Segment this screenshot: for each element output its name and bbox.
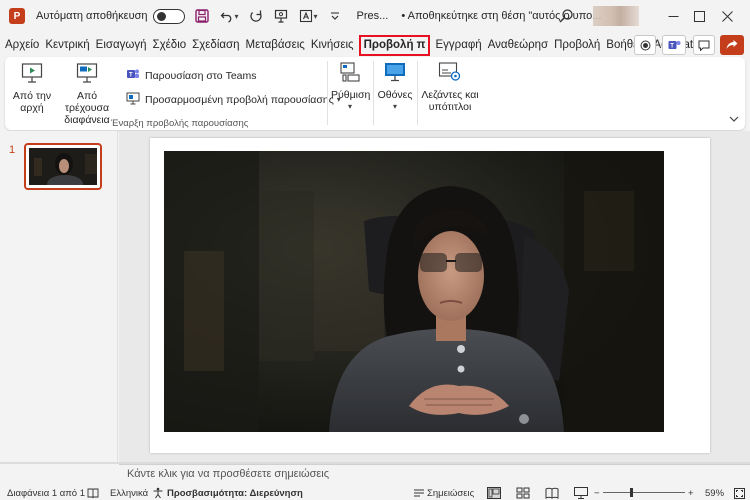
group-label-start-slideshow: Έναρξη προβολής παρουσίασης xyxy=(111,118,249,129)
notes-placeholder: Κάντε κλικ για να προσθέσετε σημειώσεις xyxy=(127,468,330,480)
setup-label: Ρύθμιση xyxy=(331,89,371,101)
zoom-in-icon[interactable]: + xyxy=(688,486,694,500)
slide-canvas[interactable] xyxy=(150,138,710,453)
notes-toggle-button[interactable]: Σημειώσεις xyxy=(427,486,474,500)
accessibility-icon[interactable] xyxy=(152,486,164,500)
chevron-down-icon: ▾ xyxy=(347,102,352,111)
tab-review[interactable]: Αναθεώρησ xyxy=(485,33,551,57)
tab-insert[interactable]: Εισαγωγή xyxy=(93,33,150,57)
zoom-out-icon[interactable]: − xyxy=(594,486,600,500)
slideshow-current-icon xyxy=(55,62,119,87)
ribbon-panel: Από την αρχή Από τρέχουσα διαφάνεια T Πα… xyxy=(5,57,745,130)
customize-toolbar-icon[interactable] xyxy=(327,8,343,24)
teams-icon: T xyxy=(126,67,140,84)
setup-icon xyxy=(331,61,369,86)
comments-icon[interactable] xyxy=(693,35,715,55)
monitors-label: Οθόνες xyxy=(377,89,413,101)
spelling-check-icon[interactable] xyxy=(87,486,99,500)
tab-draw[interactable]: Σχέδιο xyxy=(150,33,190,57)
svg-text:T: T xyxy=(129,73,133,79)
slide-photo[interactable] xyxy=(164,151,664,432)
from-beginning-button[interactable]: Από την αρχή xyxy=(10,62,54,114)
slideshow-start-icon xyxy=(10,62,54,87)
tab-record[interactable]: Εγγραφή xyxy=(432,33,484,57)
present-in-teams-label: Παρουσίαση στο Teams xyxy=(145,69,257,82)
ribbon-separator xyxy=(327,61,328,125)
from-current-slide-button[interactable]: Από τρέχουσα διαφάνεια xyxy=(55,62,119,126)
custom-slide-show-button[interactable]: Προσαρμοσμένη προβολή παρουσίασης ▾ xyxy=(126,91,341,108)
undo-dropdown-chevron-icon[interactable]: ▾ xyxy=(235,12,239,21)
fit-slide-icon[interactable] xyxy=(734,486,745,500)
slide-thumbnail[interactable] xyxy=(24,143,102,190)
zoom-slider-thumb[interactable] xyxy=(630,488,633,497)
setup-button[interactable]: Ρύθμιση ▾ xyxy=(331,61,371,113)
captions-label-2: υπότιτλοι xyxy=(428,101,472,113)
tab-animations[interactable]: Κινήσεις xyxy=(308,33,357,57)
zoom-level[interactable]: 59% xyxy=(705,486,724,500)
from-beginning-label-2: αρχή xyxy=(20,102,44,114)
slide-show-view-icon[interactable] xyxy=(574,487,588,499)
tab-design[interactable]: Σχεδίαση xyxy=(189,33,242,57)
autosave-toggle[interactable] xyxy=(152,8,185,24)
present-icon[interactable] xyxy=(273,8,289,24)
zoom-slider-track[interactable] xyxy=(603,492,685,493)
slide-number: 1 xyxy=(9,144,16,156)
tab-home[interactable]: Κεντρική xyxy=(42,33,92,57)
captions-label-1: Λεζάντες και xyxy=(421,89,479,101)
ribbon-separator xyxy=(373,61,374,125)
monitors-button[interactable]: Οθόνες ▾ xyxy=(375,61,415,113)
tab-transitions[interactable]: Μεταβάσεις xyxy=(243,33,308,57)
autosave-label: Αυτόματη αποθήκευση xyxy=(36,10,148,22)
search-icon[interactable] xyxy=(558,8,574,24)
tab-file[interactable]: Αρχείο xyxy=(0,33,42,57)
reading-view-icon[interactable] xyxy=(545,487,559,499)
notes-pane[interactable]: Κάντε κλικ για να προσθέσετε σημειώσεις xyxy=(119,464,750,486)
record-button[interactable] xyxy=(634,35,656,55)
present-in-teams-button[interactable]: T Παρουσίαση στο Teams xyxy=(126,67,257,84)
save-icon[interactable] xyxy=(194,8,210,24)
slide-sorter-view-icon[interactable] xyxy=(516,487,530,499)
custom-show-icon xyxy=(126,91,140,108)
accessibility-status[interactable]: Προσβασιμότητα: Διερεύνηση xyxy=(167,486,303,500)
normal-view-icon[interactable] xyxy=(487,487,501,499)
slide-count-status[interactable]: Διαφάνεια 1 από 1 xyxy=(7,486,85,500)
slide-thumbnail-image xyxy=(29,148,97,185)
redo-icon[interactable] xyxy=(248,8,264,24)
tab-view[interactable]: Προβολή xyxy=(551,33,603,57)
custom-slide-show-label: Προσαρμοσμένη προβολή παρουσίασης xyxy=(145,93,334,106)
tab-slide-show[interactable]: Προβολή π xyxy=(358,34,431,56)
close-icon[interactable] xyxy=(704,0,750,32)
toggle-knob xyxy=(156,11,166,21)
notes-toggle-icon[interactable] xyxy=(413,486,425,500)
teams-present-button[interactable]: T xyxy=(662,35,686,55)
slide-editor xyxy=(119,131,750,464)
status-bar: Διαφάνεια 1 από 1 Ελληνικά Προσβασιμότητ… xyxy=(0,486,750,500)
powerpoint-logo-icon: P xyxy=(9,8,25,24)
captions-icon xyxy=(420,61,480,86)
ribbon-separator xyxy=(417,61,418,125)
from-current-label-1: Από τρέχουσα xyxy=(64,90,110,114)
ribbon-expand-chevron-icon[interactable] xyxy=(729,115,739,126)
textbox-icon[interactable] xyxy=(298,8,314,24)
captions-subtitles-button[interactable]: Λεζάντες και υπότιτλοι xyxy=(420,61,480,113)
share-button[interactable] xyxy=(720,35,744,55)
svg-text:T: T xyxy=(670,44,674,50)
language-status[interactable]: Ελληνικά xyxy=(110,486,148,500)
slide-thumbnails-panel: 1 xyxy=(0,131,118,464)
undo-icon[interactable] xyxy=(219,8,235,24)
document-title[interactable]: Pres... xyxy=(357,10,389,22)
monitor-icon xyxy=(375,61,415,86)
chevron-down-icon: ▾ xyxy=(392,102,397,111)
from-beginning-label-1: Από την xyxy=(12,90,52,102)
textbox-dropdown-chevron-icon[interactable]: ▾ xyxy=(314,12,318,21)
avatar[interactable] xyxy=(593,6,639,26)
from-current-label-2: διαφάνεια xyxy=(64,114,110,126)
